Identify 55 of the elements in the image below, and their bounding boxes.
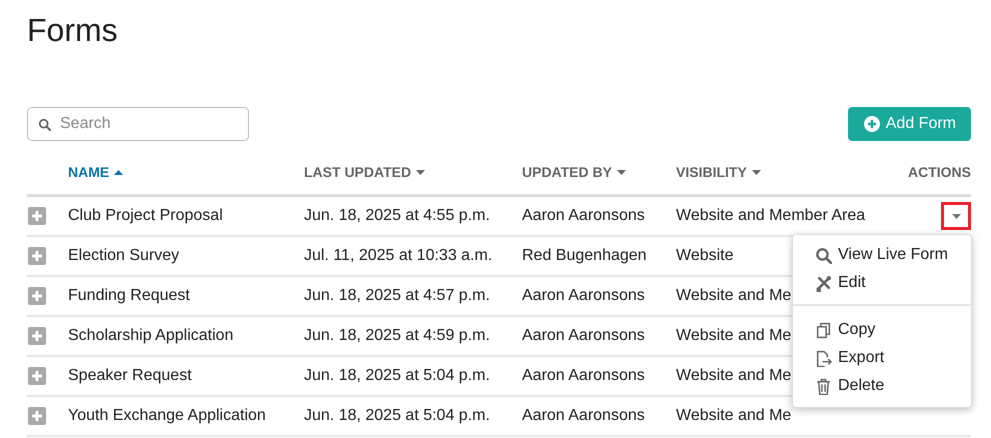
- expand-icon[interactable]: [28, 367, 46, 385]
- menu-item[interactable]: View Live Form: [793, 241, 971, 269]
- sort-down-icon: [416, 170, 426, 174]
- table-cell: Aaron Aaronsons: [522, 327, 645, 345]
- table-cell: Jun. 18, 2025 at 4:55 p.m.: [304, 207, 490, 225]
- table-cell: Jun. 18, 2025 at 4:59 p.m.: [304, 327, 490, 345]
- expand-icon[interactable]: [28, 407, 46, 425]
- trash-icon: [815, 378, 832, 394]
- sort-down-icon: [752, 170, 761, 174]
- table-cell: Jun. 18, 2025 at 5:04 p.m.: [304, 367, 490, 385]
- menu-item[interactable]: Copy: [793, 316, 971, 344]
- form-name[interactable]: Speaker Request: [68, 367, 192, 385]
- search-icon: [815, 246, 832, 264]
- expand-icon[interactable]: [28, 247, 46, 265]
- form-name[interactable]: Youth Exchange Application: [68, 407, 266, 425]
- menu-item[interactable]: Delete: [793, 372, 971, 400]
- copy-icon: [815, 322, 832, 338]
- expand-icon[interactable]: [28, 287, 46, 305]
- actions-dropdown-button[interactable]: [941, 202, 971, 230]
- table-cell: Red Bugenhagen: [522, 247, 647, 265]
- table-cell: Jul. 11, 2025 at 10:33 a.m.: [304, 247, 492, 265]
- expand-icon[interactable]: [28, 327, 46, 345]
- column-header[interactable]: VISIBILITY: [676, 164, 761, 180]
- sort-up-icon: [114, 170, 124, 174]
- table-cell: Website: [676, 247, 734, 265]
- form-name[interactable]: Club Project Proposal: [68, 207, 223, 225]
- caret-icon: [952, 214, 960, 218]
- table-cell: Website and Me: [676, 327, 792, 345]
- column-header[interactable]: ACTIONS: [908, 164, 971, 180]
- expand-icon[interactable]: [28, 207, 46, 225]
- menu-item[interactable]: Export: [793, 344, 971, 372]
- table-cell: Jun. 18, 2025 at 4:57 p.m.: [304, 287, 490, 305]
- export-icon: [815, 350, 832, 366]
- table-cell: Aaron Aaronsons: [522, 367, 645, 385]
- column-header[interactable]: NAME: [68, 164, 124, 180]
- table-cell: Jun. 18, 2025 at 5:04 p.m.: [304, 407, 490, 425]
- table-cell: Website and Me: [676, 407, 792, 425]
- search-field[interactable]: Search: [27, 107, 249, 141]
- column-header[interactable]: UPDATED BY: [522, 164, 626, 180]
- form-name[interactable]: Scholarship Application: [68, 327, 234, 345]
- table-cell: Website and Me: [676, 367, 792, 385]
- search-icon: [38, 118, 51, 131]
- table-cell: Aaron Aaronsons: [522, 207, 645, 225]
- sort-down-icon: [616, 170, 626, 174]
- form-name[interactable]: Funding Request: [68, 287, 190, 305]
- table-cell: Website and Member Area: [676, 207, 866, 225]
- form-name[interactable]: Election Survey: [68, 247, 180, 265]
- table-cell: Aaron Aaronsons: [522, 407, 645, 425]
- menu-item[interactable]: Edit: [793, 269, 971, 297]
- plus-circle-icon: [864, 116, 880, 132]
- tools-icon: [815, 274, 832, 292]
- table-cell: Aaron Aaronsons: [522, 287, 645, 305]
- page-title: Forms: [27, 12, 119, 50]
- column-header[interactable]: LAST UPDATED: [304, 164, 426, 180]
- table-cell: Website and Me: [676, 287, 792, 305]
